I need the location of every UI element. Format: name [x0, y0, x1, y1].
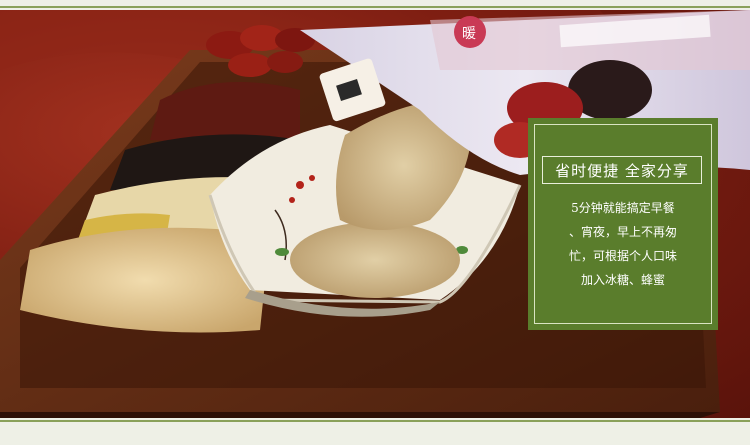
description-line: 忙，可根据个人口味 [568, 249, 677, 263]
panel-description: 5分钟就能搞定早餐 、宵夜，早上不再匆 忙，可根据个人口味 加入冰糖、蜂蜜 [542, 196, 704, 292]
panel-title: 省时便捷 全家分享 [555, 161, 689, 180]
description-line: 5分钟就能搞定早餐 [571, 201, 675, 215]
info-panel: 省时便捷 全家分享 5分钟就能搞定早餐 、宵夜，早上不再匆 忙，可根据个人口味 … [528, 118, 718, 330]
bottom-frame-line [0, 420, 750, 422]
description-line: 、宵夜，早上不再匆 [568, 225, 677, 239]
top-frame-line [0, 6, 750, 8]
package-logo-text: 暖 [462, 26, 476, 42]
panel-title-box: 省时便捷 全家分享 [542, 156, 702, 184]
description-line: 加入冰糖、蜂蜜 [580, 273, 665, 287]
